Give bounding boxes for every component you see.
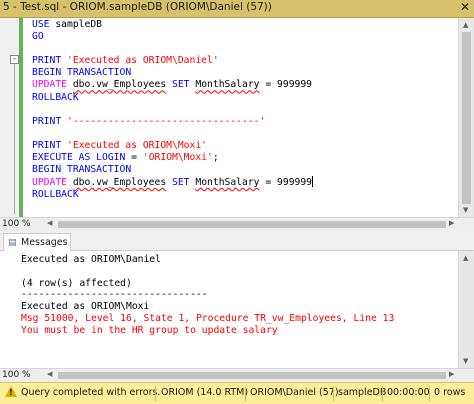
code-column: MonthSalary [195,79,260,91]
scroll-thumb[interactable] [462,32,471,204]
scroll-down-icon[interactable]: ▼ [463,206,468,214]
message-line: Executed as ORIOM\Daniel [21,254,161,265]
messages-icon: ▤ [8,238,17,248]
close-icon[interactable]: ✕ [460,0,470,14]
tab-label: Messages [21,237,68,248]
error-line: You must be in the HR group to update sa… [21,324,278,336]
messages-pane[interactable]: Executed as ORIOM\Daniel (4 row(s) affec… [0,251,474,368]
code-keyword: USE [32,19,50,30]
change-tracking-bar [19,18,23,217]
results-zoom-bar: 100 % ◀ ▶ [0,368,474,382]
code-operator: ; [212,152,219,164]
status-server: ORIOM (14.0 RTM) [161,387,249,398]
scroll-right-icon[interactable]: ▶ [449,370,454,378]
editor-gutter [0,18,19,217]
code-keyword: GO [32,31,44,43]
editor-zoom-bar: 100 % ◀ ▶ [0,217,474,231]
status-divider [429,386,430,401]
status-divider [382,386,383,401]
scroll-right-icon[interactable]: ▶ [449,219,454,227]
code-object: dbo.vw_Employees [72,177,167,189]
code-keyword: SET [172,79,190,91]
messages-output: Executed as ORIOM\Daniel (4 row(s) affec… [21,254,394,337]
code-keyword: PRINT [32,115,62,127]
code-string: 'ORIOM\Moxi' [142,152,213,164]
code-keyword: PRINT [32,139,62,151]
status-elapsed-time: 00:00:00 [387,387,430,398]
scroll-down-icon[interactable]: ▼ [463,357,468,365]
status-divider [333,386,334,401]
outline-line [14,64,15,214]
scroll-up-icon[interactable]: ▲ [463,254,468,262]
message-line: -------------------------------- [21,289,208,301]
message-line: Executed as ORIOM\Moxi [21,301,150,313]
tab-messages[interactable]: ▤ Messages [3,233,71,251]
message-line: (4 row(s) affected) [21,277,132,289]
status-message: Query completed with errors. [21,387,161,398]
code-keyword: EXECUTE AS LOGIN [32,152,126,164]
collapse-icon[interactable]: − [10,55,19,64]
scroll-up-icon[interactable]: ▲ [463,21,468,29]
horizontal-scroll-thumb[interactable] [58,221,446,228]
code-string: 'Executed as ORIOM\Moxi' [67,139,207,151]
status-row-count: 0 rows [434,387,466,398]
scroll-left-icon[interactable]: ◀ [47,370,52,378]
code-column: MonthSalary [195,177,260,189]
text-caret [312,176,314,188]
code-keyword: ROLLBACK [32,189,79,201]
code-identifier: sampleDB [55,19,103,30]
editor-zoom-dropdown[interactable]: 100 % [2,218,31,231]
status-database: sampleDB [338,387,387,398]
status-bar: ! Query completed with errors. ORIOM (14… [0,382,474,404]
horizontal-scroll-thumb[interactable] [58,372,446,379]
status-divider [155,386,156,401]
code-string: '--------------------------------' [67,115,266,127]
code-keyword: BEGIN TRANSACTION [32,67,132,79]
results-zoom-dropdown[interactable]: 100 % [2,369,31,382]
scroll-left-icon[interactable]: ◀ [47,219,52,227]
editor-vertical-scrollbar[interactable]: ▲ ▼ [458,18,474,217]
sql-code[interactable]: USE sampleDB GO PRINT 'Executed as ORIOM… [32,19,314,201]
code-keyword: ROLLBACK [32,91,79,103]
messages-vertical-scrollbar[interactable]: ▲ ▼ [458,251,474,368]
code-keyword: UPDATE [32,177,67,189]
code-keyword: SET [172,177,190,189]
code-string: 'Executed as ORIOM\Daniel' [67,55,219,67]
code-operator: = [131,152,138,164]
code-keyword: BEGIN TRANSACTION [32,164,132,176]
document-tab[interactable]: 5 - Test.sql - ORIOM.sampleDB (ORIOM\Dan… [0,0,474,18]
code-keyword: UPDATE [32,79,67,91]
results-tab-bar: ▤ Messages [0,231,474,251]
status-divider [245,386,246,401]
query-editor[interactable]: − USE sampleDB GO PRINT 'Executed as ORI… [0,18,474,217]
warning-icon-mark: ! [9,388,13,397]
error-line: Msg 51000, Level 16, State 1, Procedure … [21,312,395,324]
status-login: ORIOM\Daniel (57) [250,387,339,398]
code-keyword: PRINT [32,55,62,67]
code-object: dbo.vw_Employees [72,79,167,91]
code-value: = 999999 [265,177,313,189]
document-tab-title: 5 - Test.sql - ORIOM.sampleDB (ORIOM\Dan… [3,1,272,13]
code-value: = 999999 [265,79,313,91]
